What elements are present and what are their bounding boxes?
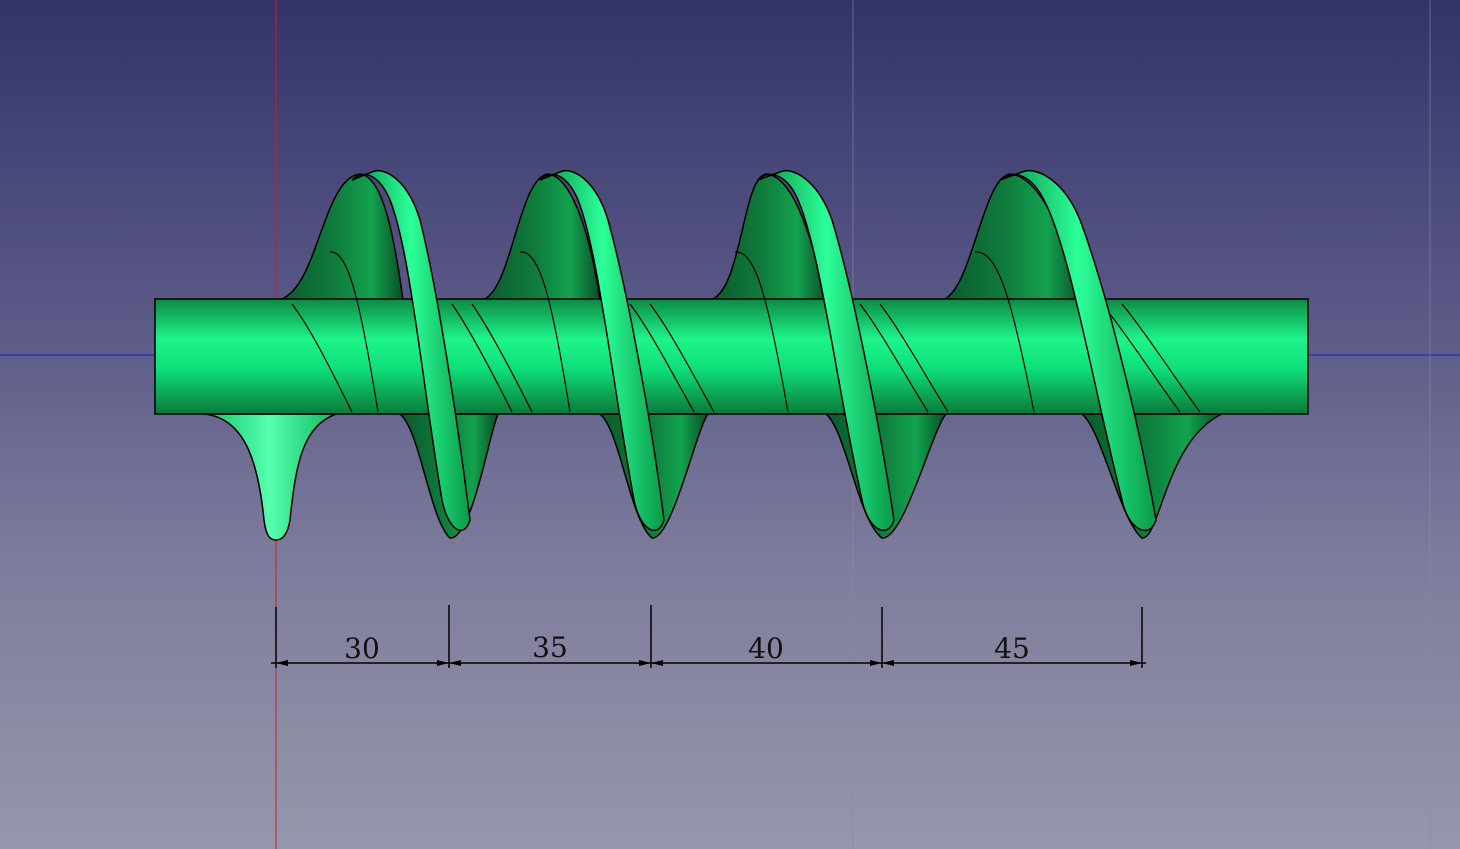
3d-viewport[interactable]: 30 35 40 45: [0, 0, 1460, 849]
dimension-label-3: 40: [748, 632, 784, 665]
dimension-label-4: 45: [994, 632, 1030, 665]
screw-conveyor-model[interactable]: [154, 170, 1309, 541]
model-scene[interactable]: 30 35 40 45: [0, 0, 1460, 849]
flight-upper-lobe-1: [277, 173, 404, 301]
screw-shaft: [154, 298, 1309, 415]
flight-start-tip: [203, 413, 337, 541]
dimension-label-2: 35: [532, 631, 568, 664]
dimension-label-1: 30: [344, 632, 380, 665]
flight-lower-lobes: [203, 413, 1223, 541]
